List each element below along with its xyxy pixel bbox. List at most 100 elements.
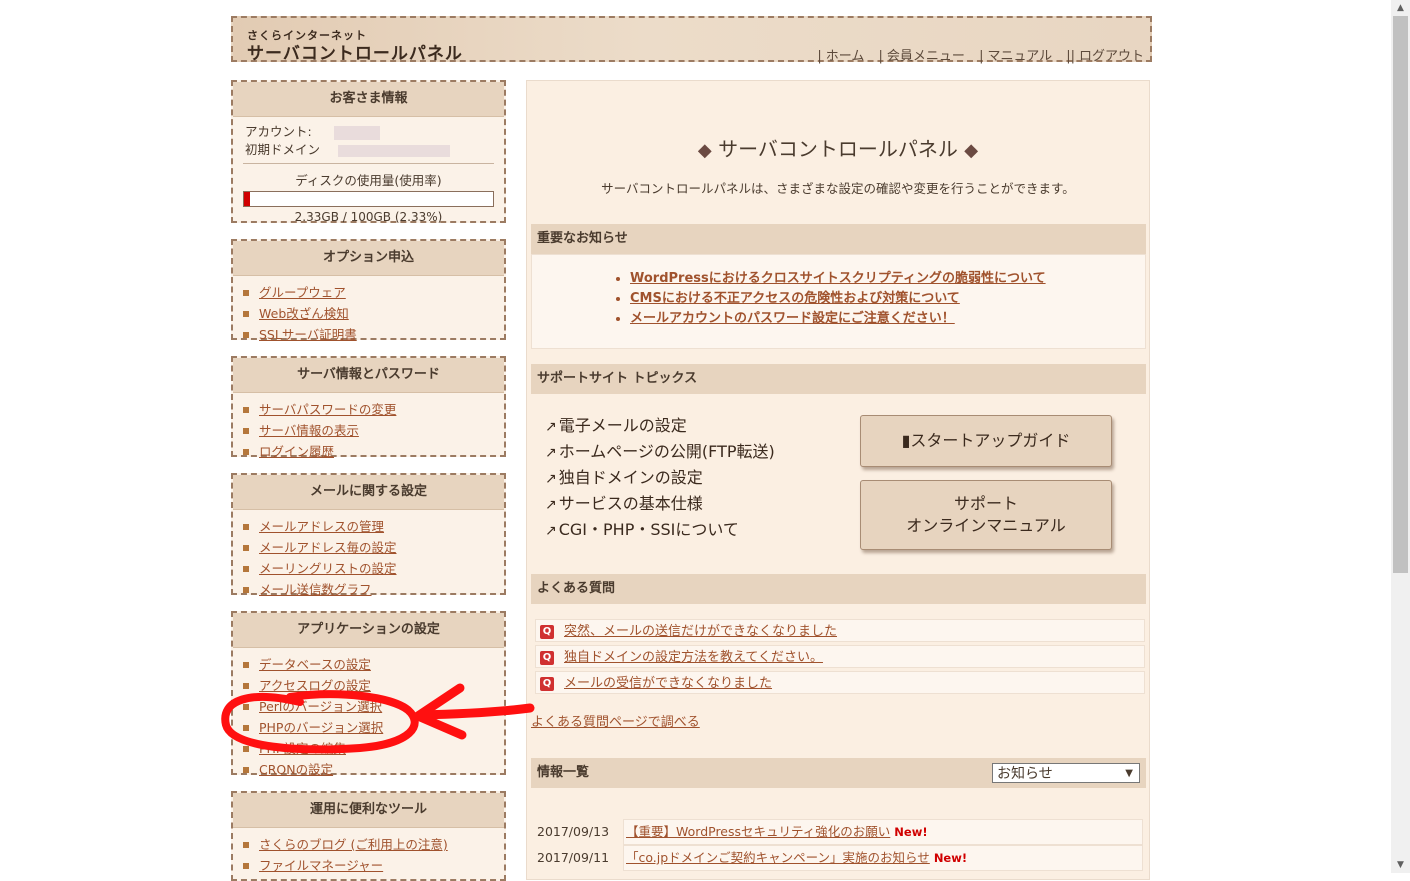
sidebar-item[interactable]: ログイン履歴 [243,441,504,462]
topic-item[interactable]: ↗ CGI・PHP・SSIについて [545,516,739,540]
news-link[interactable]: 「co.jpドメインご契約キャンペーン」実施のお知らせ [626,850,930,865]
startup-guide-label: スタートアップガイド [910,431,1071,450]
sidebar-title-mail: メールに関する設定 [233,475,504,510]
sidebar-item[interactable]: Perlのバージョン選択 [243,696,504,717]
external-link-icon: ↗ [545,445,557,461]
news-row: 2017/09/11 「co.jpドメインご契約キャンペーン」実施のお知らせ New… [531,845,1146,871]
sidebar-link-perl-version[interactable]: Perlのバージョン選択 [259,699,382,714]
faq-item[interactable]: Q 独自ドメインの設定方法を教えてください。 [535,645,1145,668]
sidebar-link-php-settings[interactable]: PHP設定の編集 [259,741,346,756]
sidebar-item[interactable]: SSLサーバ証明書 [243,324,504,345]
scroll-down-icon[interactable]: ▼ [1391,857,1410,873]
notice-item[interactable]: CMSにおける不正アクセスの危険性および対策について [630,289,1145,309]
startup-guide-button[interactable]: ▮スタートアップガイド [860,415,1112,467]
sidebar-item[interactable]: メーリングリストの設定 [243,558,504,579]
sidebar-link-mail-address[interactable]: メールアドレスの管理 [259,519,384,534]
info-header: 情報一覧 お知らせ ▼ [531,758,1146,788]
sidebar-item[interactable]: メール送信数グラフ [243,579,504,600]
new-badge: New! [933,851,968,865]
bullet-icon [243,428,249,434]
online-manual-button[interactable]: サポート オンラインマニュアル [860,480,1112,550]
sidebar-item[interactable]: サーバパスワードの変更 [243,399,504,420]
news-link[interactable]: 【重要】WordPressセキュリティ強化のお願い [626,824,890,839]
notice-link-cms[interactable]: CMSにおける不正アクセスの危険性および対策について [630,291,960,306]
external-link-icon: ↗ [545,419,557,435]
sidebar-link-web-tamper[interactable]: Web改ざん検知 [259,306,349,321]
notice-link-mail-password[interactable]: メールアカウントのパスワード設定にご注意ください！ [630,311,955,326]
topic-item[interactable]: ↗ 電子メールの設定 [545,412,687,436]
diamond-icon: ◆ [697,140,712,161]
sidebar-link-mailing-list[interactable]: メーリングリストの設定 [259,561,397,576]
sidebar-item[interactable]: PHP設定の編集 [243,738,504,759]
sidebar-link-password[interactable]: サーバパスワードの変更 [259,402,396,417]
topic-homepage[interactable]: ホームページの公開(FTP転送) [559,442,775,461]
sidebar-item[interactable]: サーバ情報の表示 [243,420,504,441]
sidebar-box-server: サーバ情報とパスワード サーバパスワードの変更 サーバ情報の表示 ログイン履歴 [231,356,506,459]
sidebar-item[interactable]: グループウェア [243,282,504,303]
notices-header: 重要なお知らせ [531,224,1146,254]
sidebar-item[interactable]: メールアドレス毎の設定 [243,537,504,558]
sidebar-link-database[interactable]: データベースの設定 [259,657,371,672]
sidebar-item[interactable]: メールアドレスの管理 [243,516,504,537]
top-navigation: | ホーム | 会員メニュー | マニュアル || ログアウト [817,49,1144,64]
topic-domain[interactable]: 独自ドメインの設定 [559,468,703,487]
faq-link-send[interactable]: 突然、メールの送信だけができなくなりました [564,624,837,639]
sidebar-link-mail-graph[interactable]: メール送信数グラフ [259,582,372,597]
sidebar-link-server-info[interactable]: サーバ情報の表示 [259,423,359,438]
sidebar-link-file-manager[interactable]: ファイルマネージャー [259,858,383,873]
topic-item[interactable]: ↗ ホームページの公開(FTP転送) [545,438,775,462]
disk-usage-bar [243,191,494,207]
notice-item[interactable]: WordPressにおけるクロスサイトスクリプティングの脆弱性について [630,269,1145,289]
scrollbar-thumb[interactable] [1393,16,1408,573]
news-title-cell: 【重要】WordPressセキュリティ強化のお願い New! [623,819,1143,845]
sidebar-item[interactable]: Web改ざん検知 [243,303,504,324]
faq-link-receive[interactable]: メールの受信ができなくなりました [564,676,772,691]
notice-item[interactable]: メールアカウントのパスワード設定にご注意ください！ [630,309,1145,329]
vertical-scrollbar[interactable]: ▲ ▼ [1391,0,1410,873]
bullet-icon [243,746,249,752]
topic-spec[interactable]: サービスの基本仕様 [559,494,703,513]
topic-item[interactable]: ↗ サービスの基本仕様 [545,490,703,514]
topic-cgi[interactable]: CGI・PHP・SSIについて [559,520,739,539]
faq-header: よくある質問 [531,574,1146,604]
info-select-value: お知らせ [997,766,1053,782]
faq-link-domain[interactable]: 独自ドメインの設定方法を教えてください。 [564,650,823,665]
nav-home[interactable]: ホーム [826,49,865,64]
account-value-blurred [333,125,380,140]
faq-item[interactable]: Q メールの受信ができなくなりました [535,671,1145,694]
customer-info-box: お客さま情報 アカウント: 初期ドメイン ディスクの使用量(使用率) 2.33G… [231,80,506,224]
sidebar-link-login-history[interactable]: ログイン履歴 [259,444,334,459]
sidebar-link-blog[interactable]: さくらのブログ (ご利用上の注意) [259,837,448,852]
topic-item[interactable]: ↗ 独自ドメインの設定 [545,464,703,488]
nav-manual[interactable]: マニュアル [987,49,1052,64]
sidebar-item[interactable]: CRONの設定 [243,759,504,780]
bullet-icon [243,566,249,572]
faq-more-link[interactable]: よくある質問ページで調べる [531,715,700,730]
scroll-up-icon[interactable]: ▲ [1391,0,1410,16]
bullet-icon [243,587,249,593]
nav-logout[interactable]: ログアウト [1079,49,1144,64]
sidebar-link-groupware[interactable]: グループウェア [259,285,346,300]
sidebar-link-mail-each[interactable]: メールアドレス毎の設定 [259,540,397,555]
q-icon: Q [540,650,554,665]
domain-value-blurred [338,144,450,157]
nav-member-menu[interactable]: 会員メニュー [887,49,965,64]
sidebar-item[interactable]: データベースの設定 [243,654,504,675]
disk-usage-fill [244,192,250,206]
sidebar-link-ssl[interactable]: SSLサーバ証明書 [259,327,357,342]
sidebar-link-access-log[interactable]: アクセスログの設定 [259,678,371,693]
sidebar-title-server: サーバ情報とパスワード [233,358,504,393]
news-title-cell: 「co.jpドメインご契約キャンペーン」実施のお知らせ New! [623,845,1143,871]
notice-link-wordpress[interactable]: WordPressにおけるクロスサイトスクリプティングの脆弱性について [630,271,1046,286]
faq-item[interactable]: Q 突然、メールの送信だけができなくなりました [535,619,1145,642]
sidebar-item[interactable]: PHPのバージョン選択 [243,717,504,738]
sidebar-item[interactable]: アクセスログの設定 [243,675,504,696]
q-icon: Q [540,624,554,639]
info-category-select[interactable]: お知らせ ▼ [992,763,1140,783]
sidebar-link-cron[interactable]: CRONの設定 [259,762,333,777]
topic-email[interactable]: 電子メールの設定 [559,416,687,435]
bullet-icon [243,524,249,530]
sidebar-link-php-version[interactable]: PHPのバージョン選択 [259,720,383,735]
sidebar-item[interactable]: さくらのブログ (ご利用上の注意) [243,834,504,855]
external-link-icon: ↗ [545,471,557,487]
